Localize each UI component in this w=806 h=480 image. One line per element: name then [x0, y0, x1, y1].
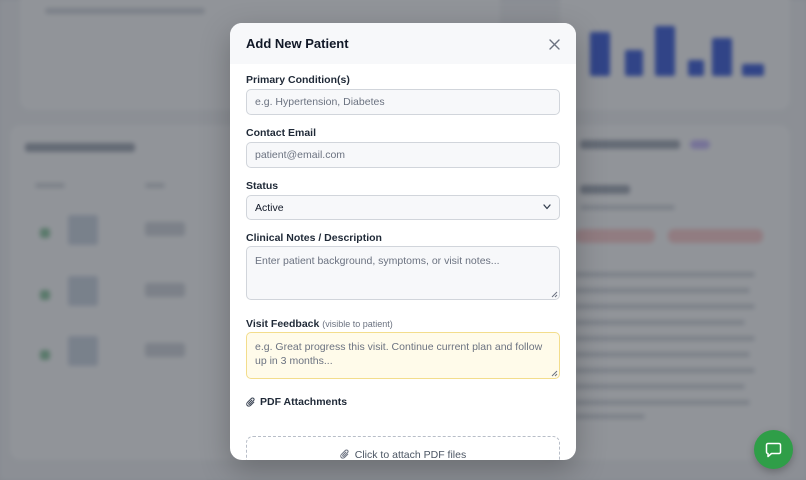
feedback-textarea[interactable]	[246, 332, 560, 379]
close-button[interactable]	[546, 36, 562, 52]
resize-grip-icon[interactable]	[551, 291, 558, 298]
chat-icon	[765, 442, 782, 458]
attachments-label-text: PDF Attachments	[260, 396, 348, 408]
condition-label: Primary Condition(s)	[246, 74, 350, 86]
notes-textarea[interactable]	[246, 246, 560, 300]
close-icon	[548, 38, 560, 50]
chevron-down-icon	[543, 204, 551, 210]
paperclip-icon	[339, 449, 349, 459]
add-patient-modal: Add New Patient Primary Condition(s) Con…	[230, 23, 576, 460]
modal-header: Add New Patient	[230, 23, 576, 64]
status-selected-value: Active	[255, 201, 284, 214]
paperclip-icon	[246, 396, 255, 407]
feedback-label-text: Visit Feedback	[246, 318, 320, 330]
resize-grip-icon[interactable]	[551, 370, 558, 377]
modal-title: Add New Patient	[246, 36, 349, 51]
chat-button[interactable]	[754, 430, 793, 469]
status-label: Status	[246, 180, 279, 192]
notes-label: Clinical Notes / Description	[246, 232, 382, 244]
attachments-label: PDF Attachments	[246, 396, 347, 408]
condition-input[interactable]	[246, 89, 560, 115]
status-select[interactable]: Active	[246, 195, 560, 220]
email-input[interactable]	[246, 142, 560, 168]
dropzone-text: Click to attach PDF files	[354, 448, 467, 461]
pdf-dropzone[interactable]: Click to attach PDF files	[246, 436, 560, 460]
feedback-label: Visit Feedback (visible to patient)	[246, 318, 393, 330]
email-label: Contact Email	[246, 127, 317, 139]
feedback-sublabel: (visible to patient)	[322, 319, 393, 329]
